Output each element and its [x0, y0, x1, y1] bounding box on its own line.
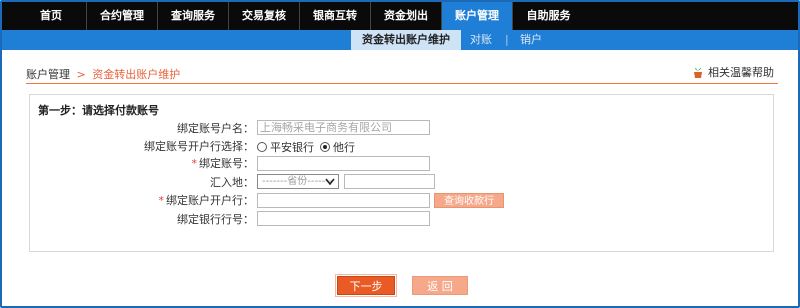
breadcrumb: 账户管理 > 资金转出账户维护 — [26, 66, 180, 82]
help-link[interactable]: 相关温馨帮助 — [692, 64, 774, 80]
nav-item-contract[interactable]: 合约管理 — [87, 2, 158, 30]
nav-item-account[interactable]: 账户管理 — [442, 2, 513, 30]
subnav-separator: | — [505, 33, 509, 46]
bank-code-field[interactable] — [257, 211, 430, 226]
account-name-field[interactable]: 上海畅采电子商务有限公司 — [257, 120, 430, 135]
radio-other-bank[interactable] — [320, 142, 330, 152]
bank-choice-label: 绑定账号开户行选择： — [144, 140, 254, 153]
query-bank-button[interactable]: 查询收款行 — [434, 193, 504, 208]
help-label: 相关温馨帮助 — [708, 66, 774, 79]
nav-item-selfservice[interactable]: 自助服务 — [513, 2, 584, 30]
header-divider — [26, 83, 778, 84]
breadcrumb-current: 资金转出账户维护 — [92, 68, 181, 81]
remit-place-label: 汇入地： — [210, 176, 254, 189]
nav-item-home[interactable]: 首页 — [16, 2, 87, 30]
required-mark: * — [158, 194, 165, 207]
open-bank-field[interactable] — [257, 193, 430, 208]
nav-item-outflow[interactable]: 资金划出 — [371, 2, 442, 30]
nav-item-review[interactable]: 交易复核 — [229, 2, 300, 30]
main-frame: 首页 合约管理 查询服务 交易复核 银商互转 资金划出 账户管理 自助服务 资金… — [0, 0, 800, 308]
sub-nav: 资金转出账户维护 对账 | 销户 — [2, 30, 798, 50]
account-no-field[interactable] — [257, 156, 430, 171]
subnav-item-reconcile[interactable]: 对账 — [470, 30, 492, 50]
province-select[interactable]: -------省份------- — [257, 174, 339, 189]
nav-item-query[interactable]: 查询服务 — [158, 2, 229, 30]
subnav-item-maintain[interactable]: 资金转出账户维护 — [351, 30, 461, 50]
breadcrumb-arrow-icon: > — [76, 68, 86, 81]
open-bank-label-text: 绑定账户开户行： — [166, 194, 254, 207]
account-no-label: * 绑定账号： — [112, 157, 255, 171]
radio-other-bank-label: 他行 — [333, 141, 355, 154]
province-select-value: -------省份------- — [262, 176, 333, 187]
account-name-label: 绑定账号户名： — [177, 122, 254, 135]
open-bank-label: * 绑定账户开户行： — [112, 194, 255, 208]
chevron-down-icon — [325, 175, 335, 192]
city-field[interactable] — [344, 174, 435, 189]
nav-item-transfer[interactable]: 银商互转 — [300, 2, 371, 30]
top-nav: 首页 合约管理 查询服务 交易复核 银商互转 资金划出 账户管理 自助服务 — [2, 2, 798, 30]
back-button[interactable]: 返 回 — [412, 276, 468, 295]
required-mark: * — [191, 157, 198, 170]
next-button[interactable]: 下一步 — [335, 274, 397, 297]
radio-pingan-label: 平安银行 — [270, 141, 314, 154]
radio-pingan[interactable] — [257, 142, 267, 152]
step-title: 第一步：请选择付款账号 — [38, 104, 159, 117]
flowerpot-icon — [692, 65, 704, 79]
breadcrumb-root[interactable]: 账户管理 — [26, 68, 70, 81]
account-no-label-text: 绑定账号： — [199, 157, 254, 170]
subnav-item-close[interactable]: 销户 — [520, 30, 542, 50]
bank-code-label: 绑定银行行号： — [177, 213, 254, 226]
bank-choice-group: 平安银行 他行 — [257, 139, 355, 155]
